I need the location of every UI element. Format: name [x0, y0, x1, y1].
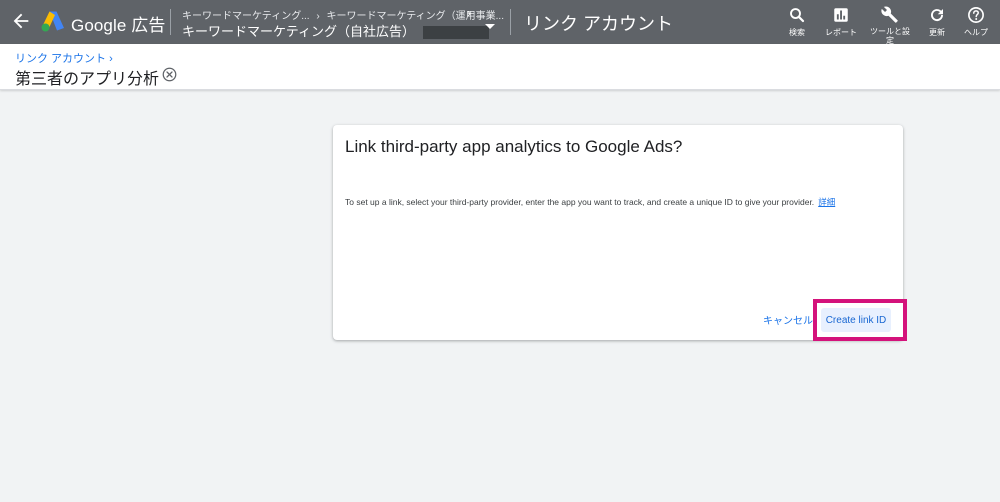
page-title: リンク アカウント [524, 14, 674, 34]
tool-label: レポート [825, 28, 857, 37]
tools-settings-button[interactable]: ツールと設定 [870, 6, 910, 45]
help-button[interactable]: ヘルプ [962, 6, 990, 42]
account-name: キーワードマーケティング（自社広告） [182, 24, 415, 39]
help-icon [968, 7, 984, 23]
tool-label: ヘルプ [964, 28, 988, 37]
reports-icon [834, 8, 848, 22]
tool-label: ツールと設定 [870, 27, 910, 45]
tool-label: 更新 [929, 28, 945, 37]
page-header: リンク アカウント › 第三者のアプリ分析 [0, 44, 1000, 90]
refresh-icon [931, 9, 944, 22]
refresh-button[interactable]: 更新 [924, 6, 950, 42]
google-ads-logo-icon [41, 11, 64, 32]
card-title: Link third-party app analytics to Google… [345, 137, 683, 156]
search-icon [790, 8, 805, 23]
breadcrumb-link-accounts[interactable]: リンク アカウント › [15, 50, 113, 66]
divider [510, 9, 511, 35]
learn-more-link[interactable]: 詳細 [818, 197, 835, 207]
account-breadcrumb[interactable]: キーワードマーケティング... › キーワードマーケティング（運用事業... [182, 7, 504, 22]
page-title: 第三者のアプリ分析 [15, 71, 160, 88]
reports-button[interactable]: レポート [822, 6, 860, 42]
close-circle-icon[interactable] [162, 67, 177, 82]
cancel-button[interactable]: キャンセル [763, 312, 813, 327]
account-id-redacted [422, 26, 489, 40]
create-link-id-button[interactable]: Create link ID [821, 308, 891, 332]
highlight-box: Create link ID [813, 299, 907, 341]
top-app-bar: Google 広告 キーワードマーケティング... › キーワードマーケティング… [0, 0, 1000, 45]
card-description: To set up a link, select your third-part… [345, 197, 836, 207]
wrench-icon [881, 6, 898, 23]
divider [170, 9, 171, 35]
chevron-right-icon: › [467, 6, 471, 20]
search-button[interactable]: 検索 [784, 6, 810, 42]
brand-name: Google 広告 [71, 16, 166, 35]
chevron-right-icon: › [109, 53, 113, 65]
account-selector[interactable]: キーワードマーケティング（自社広告） [182, 21, 489, 40]
dropdown-arrow-icon[interactable] [485, 24, 495, 29]
link-analytics-card: Link third-party app analytics to Google… [333, 125, 907, 341]
tool-label: 検索 [789, 28, 805, 37]
back-arrow-icon[interactable] [10, 10, 32, 32]
